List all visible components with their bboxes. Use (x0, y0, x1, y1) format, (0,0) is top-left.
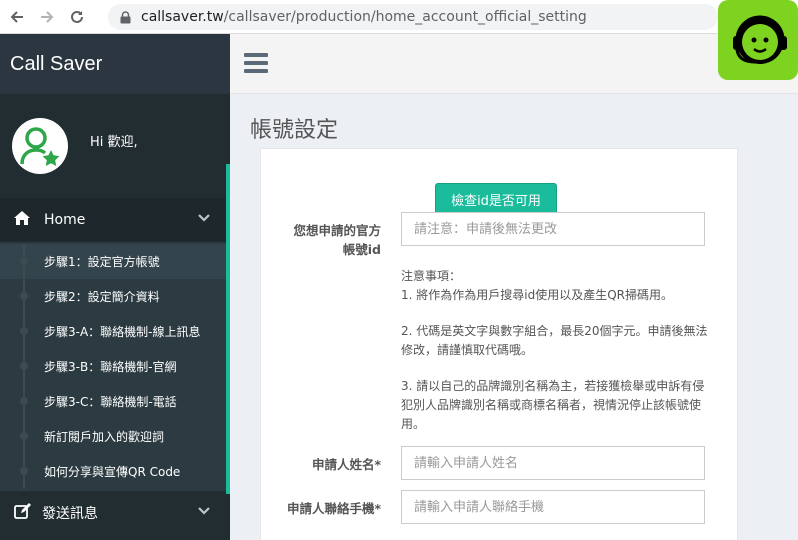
check-id-button[interactable]: 檢查id是否可用 (435, 183, 557, 215)
notes-section: 注意事項： 1. 將作為作為用戶搜尋id使用以及產生QR掃碼用。 2. 代碼是英… (401, 267, 711, 451)
applicant-phone-label: 申請人聯絡手機* (286, 501, 381, 516)
sidebar-item-label: 步驟2：設定簡介資料 (44, 290, 160, 304)
sidebar-item-label: 步驟3-C：聯絡機制-電話 (44, 395, 177, 409)
user-panel: Hi 歡迎, (0, 94, 230, 198)
bullet-icon (20, 327, 28, 335)
top-navbar (230, 34, 798, 94)
bullet-icon (20, 432, 28, 440)
sidebar-item-step1[interactable]: 步驟1：設定官方帳號 (0, 244, 230, 279)
sidebar-item-qrcode[interactable]: 如何分享與宣傳QR Code (0, 454, 230, 489)
greeting-text: Hi 歡迎, (90, 134, 138, 150)
sidebar: Call Saver Hi 歡迎, Home 步驟1：設定官方帳號 步驟2：設定… (0, 34, 230, 540)
sidebar-item-home[interactable]: Home (0, 198, 230, 242)
sidebar-item-step3b[interactable]: 步驟3-B：聯絡機制-官網 (0, 349, 230, 384)
sidebar-item-label: 如何分享與宣傳QR Code (44, 465, 181, 479)
sidebar-item-step2[interactable]: 步驟2：設定簡介資料 (0, 279, 230, 314)
page-title: 帳號設定 (250, 118, 339, 143)
bullet-icon (20, 397, 28, 405)
browser-toolbar: callsaver.tw/callsaver/production/home_a… (0, 0, 798, 34)
account-id-label: 您想申請的官方帳號id (293, 223, 381, 257)
sidebar-item-send-message[interactable]: 發送訊息 (0, 491, 230, 535)
note-3: 3. 請以自己的品牌識別名稱為主，若接獲檢舉或申訴有侵犯別人品牌識別名稱或商標名… (401, 379, 705, 431)
active-menu-indicator (226, 164, 230, 494)
sidebar-item-home-label: Home (44, 212, 86, 228)
address-bar[interactable]: callsaver.tw/callsaver/production/home_a… (108, 4, 718, 30)
support-agent-logo-icon (718, 0, 798, 80)
url-host: callsaver.tw (141, 9, 224, 25)
bullet-icon (20, 467, 28, 475)
bullet-icon (20, 257, 28, 265)
forward-arrow-icon[interactable] (34, 4, 60, 30)
brand-title[interactable]: Call Saver (0, 34, 230, 94)
avatar (12, 118, 68, 174)
back-arrow-icon[interactable] (4, 4, 30, 30)
chevron-down-icon (198, 212, 210, 228)
hamburger-menu-icon[interactable] (244, 53, 268, 73)
home-submenu: 步驟1：設定官方帳號 步驟2：設定簡介資料 步驟3-A：聯絡機制-線上訊息 步驟… (0, 242, 230, 491)
sidebar-item-label: 新訂閱戶加入的歡迎詞 (44, 430, 165, 444)
user-star-icon (20, 127, 60, 166)
url-path: /callsaver/production/home_account_offic… (223, 9, 587, 25)
edit-icon (14, 503, 32, 523)
reload-icon[interactable] (64, 4, 90, 30)
sidebar-item-step3c[interactable]: 步驟3-C：聯絡機制-電話 (0, 384, 230, 419)
sidebar-item-welcome[interactable]: 新訂閱戶加入的歡迎詞 (0, 419, 230, 454)
chevron-down-icon (198, 505, 210, 521)
bullet-icon (20, 362, 28, 370)
applicant-name-input[interactable] (401, 446, 705, 480)
sidebar-item-label: 步驟1：設定官方帳號 (44, 255, 160, 269)
applicant-name-label: 申請人姓名* (311, 457, 381, 472)
note-2: 2. 代碼是英文字與數字組合，最長20個字元。申請後無法修改，請謹慎取代碼哦。 (401, 324, 708, 357)
notes-title: 注意事項： (401, 269, 462, 283)
sidebar-item-label: 步驟3-A：聯絡機制-線上訊息 (44, 325, 201, 339)
sidebar-item-step3a[interactable]: 步驟3-A：聯絡機制-線上訊息 (0, 314, 230, 349)
lock-icon (120, 10, 131, 24)
sidebar-item-send-label: 發送訊息 (42, 506, 98, 522)
account-settings-form: 檢查id是否可用 您想申請的官方帳號id 注意事項： 1. 將作為作為用戶搜尋i… (260, 148, 738, 540)
applicant-phone-input[interactable] (401, 490, 705, 524)
note-1: 1. 將作為作為用戶搜尋id使用以及產生QR掃碼用。 (401, 288, 673, 302)
bullet-icon (20, 292, 28, 300)
sidebar-item-label: 步驟3-B：聯絡機制-官網 (44, 360, 177, 374)
account-id-input[interactable] (401, 212, 705, 246)
home-icon (14, 211, 30, 229)
